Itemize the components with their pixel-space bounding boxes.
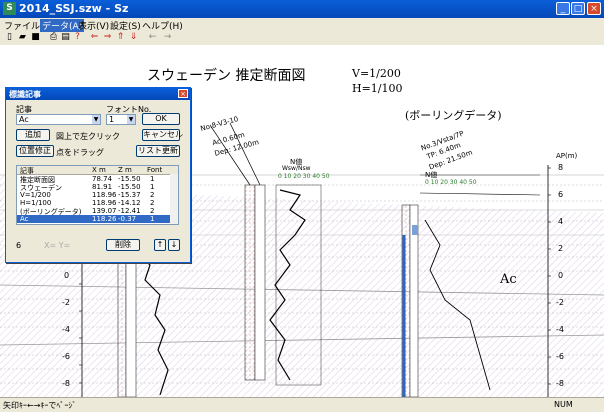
right-tick-6: -4 <box>556 325 564 334</box>
drawing-title: スウェーデン 推定断面図 <box>147 68 306 84</box>
right-tick-7: -6 <box>556 352 564 361</box>
add-button[interactable]: 追加 <box>16 129 50 141</box>
col-header-x[interactable]: X m <box>92 166 106 174</box>
delete-button[interactable]: 削除 <box>106 239 140 251</box>
left-tick-4: -8 <box>62 379 70 388</box>
next-icon[interactable]: ⇒ <box>102 32 113 43</box>
font-select[interactable]: 1 ▼ <box>106 114 136 125</box>
cancel-button[interactable]: キャンセル <box>142 129 183 141</box>
right-tick-5: -2 <box>556 298 564 307</box>
right-tick-0: 8 <box>558 163 564 172</box>
minimize-button[interactable]: _ <box>556 2 570 15</box>
soil-label-ac[interactable]: Ac <box>500 272 517 287</box>
list-header: 記事 X m Z m Font <box>17 166 178 175</box>
text-combobox[interactable]: Ac ▼ <box>16 114 101 125</box>
list-scrollbar[interactable] <box>170 174 178 224</box>
right-tick-2: 4 <box>558 217 564 226</box>
new-file-icon[interactable]: ▯ <box>4 32 15 43</box>
right-tick-8: -8 <box>556 379 564 388</box>
help-icon[interactable]: ? <box>72 32 83 43</box>
list-item[interactable]: 推定断面図 78.74 -15.50 1 <box>17 175 178 184</box>
right-tick-3: 2 <box>558 244 564 253</box>
forward-icon[interactable]: → <box>162 32 173 43</box>
fix-position-button[interactable]: 位置修正 <box>16 145 54 157</box>
dialog-close-icon[interactable]: × <box>178 89 188 98</box>
item-count: 6 <box>16 241 22 250</box>
right-tick-1: 6 <box>558 190 564 199</box>
left-tick-1: -2 <box>62 298 70 307</box>
refresh-list-button[interactable]: リスト更新 <box>136 145 180 157</box>
back-icon[interactable]: ← <box>147 32 158 43</box>
print-icon[interactable]: ⎙ <box>48 32 59 43</box>
main-window: S 2014_SSJ.szw - Sz _ □ × ファイル(F) データ(A)… <box>0 0 604 412</box>
dialog-title-bar[interactable]: 標識記事 × <box>6 88 190 100</box>
status-bar: 矢印ｷｰ←→ｷｰでﾍﾟｰｼﾞ NUM <box>0 397 604 412</box>
left-tick-3: -6 <box>62 352 70 361</box>
prev-icon[interactable]: ⇐ <box>89 32 100 43</box>
move-down-button[interactable]: ↓ <box>168 239 180 251</box>
title-bar: S 2014_SSJ.szw - Sz _ □ × <box>0 0 604 18</box>
horizontal-scale: H=1/100 <box>352 82 403 95</box>
chevron-down-icon[interactable]: ▼ <box>127 115 135 124</box>
list-item[interactable]: (ボーリングデータ) 139.07 -12.41 2 <box>17 207 178 216</box>
list-item[interactable]: スウェーデン 81.91 -15.50 1 <box>17 183 178 192</box>
down-icon[interactable]: ⇓ <box>128 32 139 43</box>
nvalue2-ticks: 0 10 20 30 40 50 <box>425 179 477 186</box>
menu-bar: ファイル(F) データ(A) 表示(V) 設定(S) ヘルプ(H) <box>0 18 604 32</box>
chevron-down-icon[interactable]: ▼ <box>92 115 100 124</box>
col-header-font[interactable]: Font <box>147 166 162 174</box>
window-title: 2014_SSJ.szw - Sz <box>19 2 129 15</box>
coord-readout: X= Y= <box>44 241 71 250</box>
toolbar: ▯ ▰ ■ ⎙ ▤ ? ⇐ ⇒ ⇑ ⇓ ← → <box>0 31 604 46</box>
left-tick-0: 0 <box>64 271 70 280</box>
open-folder-icon[interactable]: ▰ <box>17 32 28 43</box>
app-icon: S <box>3 2 16 15</box>
boring-data-note: (ボーリングデータ) <box>405 109 502 122</box>
save-icon[interactable]: ■ <box>30 32 41 43</box>
list-item[interactable]: V=1/200 118.96 -15.37 2 <box>17 191 178 199</box>
click-hint: 図上で左クリック <box>56 132 120 141</box>
drag-hint: 点をドラッグ <box>56 148 104 157</box>
up-icon[interactable]: ⇑ <box>115 32 126 43</box>
nvalue1-sub: Wsw/Nsw <box>282 165 311 172</box>
num-lock-indicator: NUM <box>554 400 573 409</box>
maximize-button[interactable]: □ <box>571 2 585 15</box>
left-tick-2: -4 <box>62 325 70 334</box>
close-button[interactable]: × <box>587 2 601 15</box>
ap-axis-label: AP(m) <box>556 152 578 160</box>
move-up-button[interactable]: ↑ <box>154 239 166 251</box>
list-item[interactable]: H=1/100 118.96 -14.12 2 <box>17 199 178 207</box>
list-item-selected[interactable]: Ac 118.26 -0.37 1 <box>17 215 178 223</box>
settings-icon[interactable]: ▤ <box>60 32 71 43</box>
vertical-scale: V=1/200 <box>352 67 401 80</box>
nvalue1-ticks: 0 10 20 30 40 50 <box>278 173 330 180</box>
label-text-dialog: 標識記事 × 記事 フォントNo. Ac ▼ 1 ▼ OK 追加 図上で左クリッ… <box>5 87 191 263</box>
ok-button[interactable]: OK <box>142 113 180 125</box>
label-list[interactable]: 記事 X m Z m Font 推定断面図 78.74 -15.50 1 スウェ… <box>16 165 179 225</box>
col-header-z[interactable]: Z m <box>118 166 132 174</box>
status-text: 矢印ｷｰ←→ｷｰでﾍﾟｰｼﾞ <box>3 401 77 410</box>
right-tick-4: 0 <box>558 271 564 280</box>
dialog-title: 標識記事 <box>9 90 41 99</box>
